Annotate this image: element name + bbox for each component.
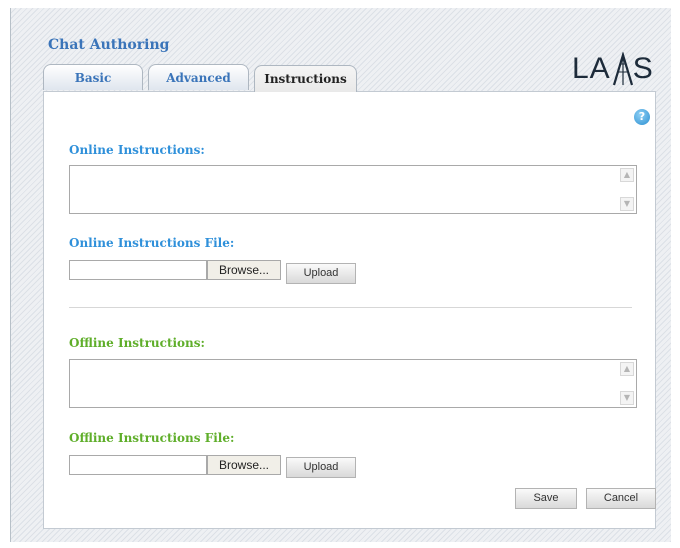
offline-instructions-label: Offline Instructions: [69,336,205,350]
page-title: Chat Authoring [48,37,170,53]
tower-icon [612,52,633,86]
offline-file-input[interactable] [69,455,207,475]
lams-logo: LA S [572,52,654,86]
online-instructions-textarea[interactable]: ▲ ▼ [69,165,637,214]
online-upload-button[interactable]: Upload [286,263,356,284]
scroll-down-icon[interactable]: ▼ [620,391,634,405]
offline-instructions-file-label: Offline Instructions File: [69,431,235,445]
scroll-up-icon[interactable]: ▲ [620,362,634,376]
cancel-button[interactable]: Cancel [586,488,656,509]
textarea-scrollbar[interactable]: ▲ ▼ [620,168,634,211]
online-instructions-label: Online Instructions: [69,143,205,157]
offline-instructions-textarea[interactable]: ▲ ▼ [69,359,637,408]
online-browse-button[interactable]: Browse... [207,260,281,280]
save-button[interactable]: Save [515,488,577,509]
scroll-down-icon[interactable]: ▼ [620,197,634,211]
textarea-scrollbar[interactable]: ▲ ▼ [620,362,634,405]
online-instructions-file-label: Online Instructions File: [69,236,235,250]
online-file-input[interactable] [69,260,207,280]
scroll-up-icon[interactable]: ▲ [620,168,634,182]
offline-upload-button[interactable]: Upload [286,457,356,478]
section-divider [69,307,632,308]
tab-instructions[interactable]: Instructions [254,65,357,92]
offline-browse-button[interactable]: Browse... [207,455,281,475]
tab-advanced[interactable]: Advanced [148,64,249,90]
help-icon[interactable]: ? [634,109,650,125]
tab-basic[interactable]: Basic [43,64,143,90]
